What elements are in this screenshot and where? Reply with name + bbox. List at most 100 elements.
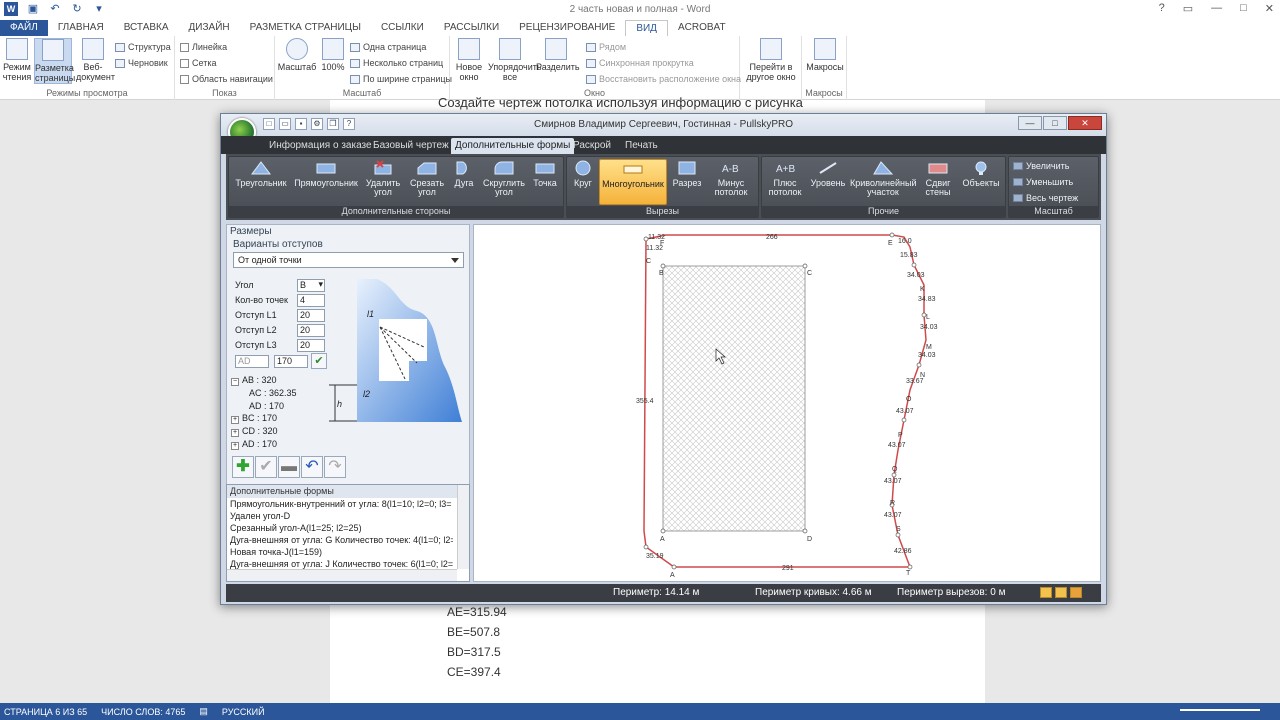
ribbon-display-icon[interactable]: ▭ bbox=[1183, 2, 1193, 15]
minimize-icon[interactable]: — bbox=[1211, 2, 1222, 15]
vertex-point[interactable] bbox=[643, 544, 649, 550]
tree-item-ac[interactable]: AC : 362.35 bbox=[249, 388, 297, 398]
zoom-button[interactable]: Масштаб bbox=[277, 38, 317, 72]
list-item[interactable]: Прямоугольник-внутренний от угла: 8(l1=1… bbox=[227, 498, 453, 510]
one-page-button[interactable]: Одна страница bbox=[350, 42, 426, 52]
zoom-in-button[interactable]: Увеличить bbox=[1013, 161, 1069, 171]
fit-drawing-button[interactable]: Весь чертеж bbox=[1013, 193, 1078, 203]
view-mode-icon[interactable] bbox=[1040, 587, 1052, 598]
objects-button[interactable]: Объекты bbox=[960, 159, 1002, 188]
vertex-point[interactable] bbox=[802, 263, 808, 269]
add-icon[interactable]: ✚ bbox=[232, 456, 254, 478]
zoom-out-button[interactable]: Уменьшить bbox=[1013, 177, 1073, 187]
tab-acrobat[interactable]: ACROBAT bbox=[668, 20, 736, 36]
expand-icon[interactable]: + bbox=[231, 416, 239, 424]
tab-view[interactable]: ВИД bbox=[625, 20, 668, 36]
vertex-point[interactable] bbox=[901, 417, 907, 423]
circle-button[interactable]: Круг bbox=[570, 159, 596, 188]
tab-insert[interactable]: ВСТАВКА bbox=[114, 20, 179, 36]
language[interactable]: РУССКИЙ bbox=[222, 707, 265, 717]
list-item[interactable]: Срезанный угол-A(l1=25; l2=25) bbox=[227, 522, 453, 534]
cutout-rectangle[interactable] bbox=[662, 265, 806, 532]
new-window-button[interactable]: Новое окно bbox=[454, 38, 484, 82]
undo-icon[interactable]: ↶ bbox=[301, 456, 323, 478]
vertex-point[interactable] bbox=[671, 564, 677, 570]
list-item[interactable]: Дуга-внешняя от угла: G Количество точек… bbox=[227, 534, 453, 546]
sync-scroll-button[interactable]: Синхронная прокрутка bbox=[586, 58, 694, 68]
angle-select[interactable]: B bbox=[297, 279, 325, 292]
zoom-slider[interactable] bbox=[1180, 709, 1260, 711]
tree-item-ad[interactable]: + AD : 170 bbox=[231, 439, 277, 450]
page-width-button[interactable]: По ширине страницы bbox=[350, 74, 452, 84]
tab-references[interactable]: ССЫЛКИ bbox=[371, 20, 434, 36]
point-button[interactable]: Точка bbox=[529, 159, 561, 188]
curved-section-button[interactable]: Криволинейный участок bbox=[850, 159, 917, 197]
tree-item-bc[interactable]: + BC : 170 bbox=[231, 413, 277, 424]
vertex-point[interactable] bbox=[911, 262, 917, 268]
offset-l3-input[interactable]: 20 bbox=[297, 339, 325, 352]
minus-icon[interactable]: ▬ bbox=[278, 456, 300, 478]
list-vertical-scrollbar[interactable] bbox=[457, 485, 469, 569]
minimize-icon[interactable]: — bbox=[1018, 116, 1042, 130]
tab-page-layout[interactable]: РАЗМЕТКА СТРАНИЦЫ bbox=[240, 20, 371, 36]
close-icon[interactable]: ✕ bbox=[1068, 116, 1102, 130]
wall-shift-button[interactable]: Сдвиг стены bbox=[920, 159, 956, 197]
view-mode-icon[interactable] bbox=[1055, 587, 1067, 598]
list-horizontal-scrollbar[interactable] bbox=[227, 569, 457, 581]
redo-icon[interactable]: ↷ bbox=[324, 456, 346, 478]
proofing-icon[interactable]: ▤ bbox=[199, 706, 208, 717]
check-icon[interactable]: ✔ bbox=[255, 456, 277, 478]
draft-button[interactable]: Черновик bbox=[115, 58, 168, 68]
ruler-checkbox[interactable]: Линейка bbox=[180, 42, 227, 52]
nav-pane-checkbox[interactable]: Область навигации bbox=[180, 74, 273, 84]
vertex-point[interactable] bbox=[891, 472, 897, 478]
vertex-point[interactable] bbox=[907, 564, 913, 570]
tab-home[interactable]: ГЛАВНАЯ bbox=[48, 20, 114, 36]
side-by-side-button[interactable]: Рядом bbox=[586, 42, 626, 52]
tab-print[interactable]: Печать bbox=[621, 138, 662, 154]
points-count-stepper[interactable]: 4 bbox=[297, 294, 325, 307]
offset-l1-input[interactable]: 20 bbox=[297, 309, 325, 322]
offset-variant-select[interactable]: От одной точки bbox=[233, 252, 464, 268]
round-corner-button[interactable]: Скруглить угол bbox=[481, 159, 527, 197]
side-value-input[interactable]: 170 bbox=[274, 355, 308, 368]
collapse-icon[interactable]: − bbox=[231, 378, 239, 386]
split-button[interactable]: Разделить bbox=[536, 38, 580, 72]
polygon-button[interactable]: Многоугольник bbox=[599, 159, 667, 205]
drawing-canvas[interactable]: 266 291 355.4 11.32 11.32 35.19 16.0 15.… bbox=[473, 224, 1101, 582]
triangle-button[interactable]: Треугольник bbox=[233, 159, 289, 188]
list-item[interactable]: Новая точка-J(l1=159) bbox=[227, 546, 453, 558]
tab-cutting[interactable]: Раскрой bbox=[569, 138, 615, 154]
close-icon[interactable]: ✕ bbox=[1265, 2, 1274, 15]
expand-icon[interactable]: + bbox=[231, 442, 239, 450]
grid-checkbox[interactable]: Сетка bbox=[180, 58, 216, 68]
offset-l2-input[interactable]: 20 bbox=[297, 324, 325, 337]
tab-file[interactable]: ФАЙЛ bbox=[0, 20, 48, 36]
read-mode-button[interactable]: Режим чтения bbox=[2, 38, 32, 82]
page-count[interactable]: СТРАНИЦА 6 ИЗ 65 bbox=[4, 707, 87, 717]
vertex-point[interactable] bbox=[802, 528, 808, 534]
view-mode-icon[interactable] bbox=[1070, 587, 1082, 598]
tree-item-cd[interactable]: + CD : 320 bbox=[231, 426, 278, 437]
tab-mailings[interactable]: РАССЫЛКИ bbox=[434, 20, 509, 36]
plus-ceiling-button[interactable]: A+B Плюс потолок bbox=[765, 159, 805, 197]
switch-window-button[interactable]: Перейти в другое окно bbox=[744, 38, 798, 82]
web-layout-button[interactable]: Веб-документ bbox=[76, 38, 115, 82]
macros-button[interactable]: Макросы bbox=[806, 38, 844, 72]
apply-check-icon[interactable]: ✔ bbox=[311, 353, 327, 369]
list-item[interactable]: Удален угол-D bbox=[227, 510, 453, 522]
cut-corner-button[interactable]: Срезать угол bbox=[407, 159, 447, 197]
level-button[interactable]: Уровень bbox=[808, 159, 848, 188]
maximize-icon[interactable]: □ bbox=[1043, 116, 1067, 130]
vertex-point[interactable] bbox=[660, 263, 666, 269]
outline-button[interactable]: Структура bbox=[115, 42, 171, 52]
arc-button[interactable]: Дуга bbox=[449, 159, 479, 188]
print-layout-button[interactable]: Разметка страницы bbox=[34, 38, 75, 84]
tab-additional-forms[interactable]: Дополнительные формы bbox=[451, 138, 575, 154]
tab-design[interactable]: ДИЗАЙН bbox=[179, 20, 240, 36]
section-button[interactable]: Разрез bbox=[671, 159, 703, 188]
zoom-100-button[interactable]: 100% bbox=[318, 38, 348, 72]
arrange-all-button[interactable]: Упорядочить все bbox=[488, 38, 542, 82]
ceiling-drawing[interactable]: 266 291 355.4 11.32 11.32 35.19 16.0 15.… bbox=[474, 225, 1100, 581]
vertex-point[interactable] bbox=[895, 532, 901, 538]
